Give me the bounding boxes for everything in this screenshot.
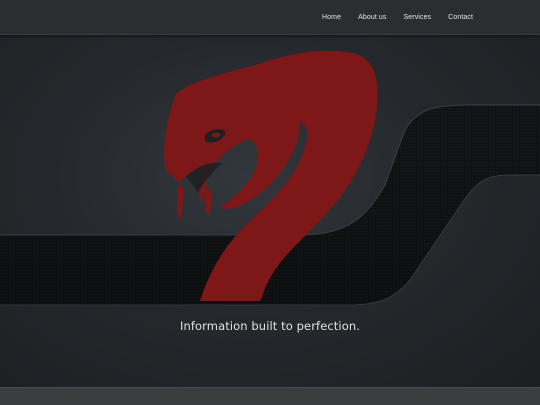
- top-navbar: Home About us Services Contact: [0, 0, 540, 35]
- nav-contact-link[interactable]: Contact: [448, 14, 473, 21]
- nav-home-link[interactable]: Home: [322, 14, 341, 21]
- page: Home About us Services Contact Informati…: [0, 0, 540, 405]
- hero-background: [0, 50, 540, 306]
- hero-section: Information built to perfection.: [0, 35, 540, 387]
- nav-services-link[interactable]: Services: [404, 14, 432, 21]
- nav-about-link[interactable]: About us: [358, 14, 386, 21]
- hero-tagline: Information built to perfection.: [179, 319, 360, 333]
- main-nav: Home About us Services Contact: [322, 0, 473, 34]
- footer-bar: [0, 387, 540, 405]
